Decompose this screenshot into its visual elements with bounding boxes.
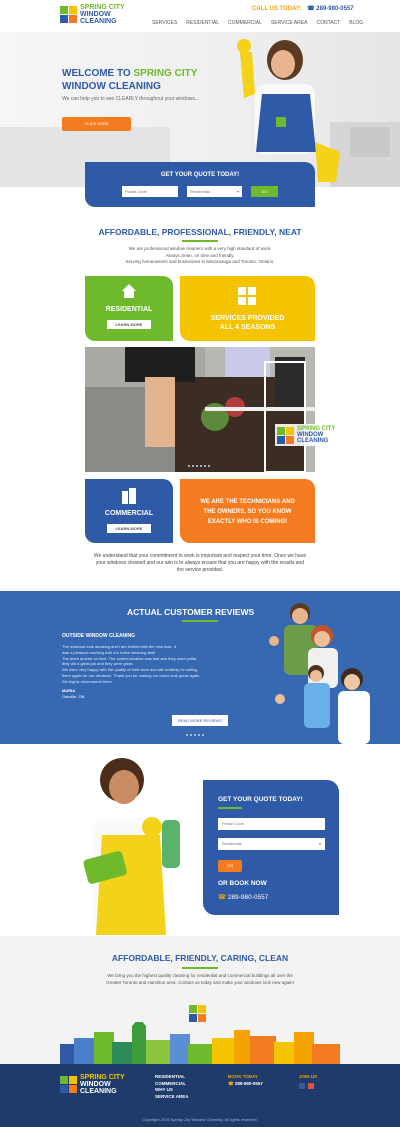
quote-bar-go-button[interactable]: GO [251,186,278,197]
seasons-line2: ALL 4 SEASONS [219,324,276,331]
quote-box-go-button[interactable]: GO [218,860,242,872]
family-photo [269,603,370,744]
values-divider [182,967,218,969]
quote-box-heading: GET YOUR QUOTE TODAY! [218,796,303,803]
review-title: OUTSIDE WINDOW CLEANING [62,633,136,639]
footer-phone[interactable]: ☎ 289-980-0557 [228,1081,263,1088]
intro-divider [182,240,218,242]
call-label: CALL US TODAY: [252,6,302,12]
values-text: We bring you the highest quality cleanin… [106,973,294,985]
footer-links: RESIDENTIAL COMMERCIAL WHY US SERVICE AR… [155,1074,189,1100]
reviews-slider-dots[interactable] [186,734,204,736]
page: SPRING CITY WINDOW CLEANING CALL US TODA… [0,0,400,1127]
owners-line1: WE ARE THE TECHNICIANS AND [200,499,295,505]
logo-squares-icon [60,1076,77,1093]
window-icon [238,287,256,305]
logo-squares-icon [277,426,294,444]
nav-blog[interactable]: BLOG [349,20,363,26]
reviewer: MARIA Oakville, ON [62,688,85,699]
cleaner-woman-photo [83,758,180,935]
site-logo[interactable]: SPRING CITY WINDOW CLEANING [60,4,125,25]
reviews-section: ACTUAL CUSTOMER REVIEWS OUTSIDE WINDOW C… [0,591,400,744]
quote-bar-heading: GET YOUR QUOTE TODAY! [160,172,240,178]
quote-bar-postal-input[interactable]: Postal Code [122,186,178,197]
intro-text: We are professional window cleaners with… [125,246,275,264]
site-header: SPRING CITY WINDOW CLEANING CALL US TODA… [0,0,400,32]
quote-box-postal-input[interactable]: Postal Code [218,818,325,830]
owners-line2: THE OWNERS, SO YOU KNOW [203,509,292,515]
quote-box-type-select[interactable]: Residential ▾ [218,838,325,850]
phone-icon: ☎ [218,894,228,901]
facebook-icon[interactable] [299,1082,305,1089]
residential-tile[interactable]: RESIDENTIAL LEARN MORE [85,276,173,341]
reviews-heading: ACTUAL CUSTOMER REVIEWS [127,607,255,617]
footer-link-residential[interactable]: RESIDENTIAL [155,1074,189,1081]
footer-join-label: JOIN US [299,1074,318,1079]
quote-box-phone[interactable]: ☎ 289-980-0557 [218,893,268,901]
seasons-tile: SERVICES PROVIDED ALL 4 SEASONS [180,276,315,341]
chevron-down-icon: ▾ [236,189,239,194]
nav-residential[interactable]: RESIDENTIAL [186,20,219,26]
commercial-label: COMMERCIAL [104,510,154,517]
quote-bar-type-select[interactable]: Residential ▾ [187,186,242,197]
footer-link-service-area[interactable]: SERVICE AREA [155,1094,189,1101]
hero-title: WELCOME TO SPRING CITY WINDOW CLEANING [62,68,198,92]
read-more-reviews-button[interactable]: READ MORE REVIEWS [172,715,228,726]
call-bar: CALL US TODAY: ☎ 289-980-0557 [252,5,354,12]
owners-line3: EXACTLY WHO IS COMING! [207,519,288,525]
seasons-line1: SERVICES PROVIDED [210,315,285,322]
photo-logo: SPRING CITY WINDOW CLEANING [275,424,338,446]
owners-tile: WE ARE THE TECHNICIANS AND THE OWNERS, S… [180,479,315,543]
or-book-now: OR BOOK NOW [218,880,267,887]
building-icon [122,488,136,504]
reviews-divider [182,620,218,622]
values-band: AFFORDABLE, FRIENDLY, CARING, CLEAN We b… [0,936,400,1064]
nav-services[interactable]: SERVICES [152,20,177,26]
phone-icon: ☎ [228,1080,235,1086]
intro-heading: AFFORDABLE, PROFESSIONAL, FRIENDLY, NEAT [98,227,302,237]
photo-slider-dots[interactable] [188,465,210,467]
copyright: Copyright 2019 Spring City Window Cleani… [142,1117,258,1122]
city-skyline-illustration [60,1022,340,1064]
footer-book: BOOK TODAY ☎ 289-980-0557 [228,1074,263,1087]
logo-squares-icon [60,6,77,23]
hero-subtitle: We can help you to see CLEARLY throughou… [62,96,200,102]
residential-label: RESIDENTIAL [105,306,153,313]
quote-box-divider [218,807,242,809]
promise-text: We understand that your commitment to wo… [93,553,307,573]
values-heading: AFFORDABLE, FRIENDLY, CARING, CLEAN [111,953,289,963]
nav-commercial[interactable]: COMMERCIAL [228,20,262,26]
main-nav: SERVICES RESIDENTIAL COMMERCIAL SERVICE … [152,20,363,26]
quote-box: GET YOUR QUOTE TODAY! Postal Code Reside… [203,780,339,915]
residential-learn-more-button[interactable]: LEARN MORE [107,320,151,329]
window-cleaning-photo [85,347,315,472]
quote-bar: GET YOUR QUOTE TODAY! Postal Code Reside… [85,162,315,207]
footer-social: JOIN US [299,1074,317,1089]
header-phone[interactable]: ☎ 289-980-0557 [307,6,354,12]
chevron-down-icon: ▾ [318,841,321,846]
nav-service-area[interactable]: SERVICE AREA [271,20,308,26]
commercial-tile[interactable]: COMMERCIAL LEARN MORE [85,479,173,543]
footer-logo[interactable]: SPRING CITY WINDOW CLEANING [60,1074,125,1095]
nav-contact[interactable]: CONTACT [317,20,341,26]
review-body: The windows look amazing and I am thrill… [62,644,201,684]
hero-cta-button[interactable]: CLICK HERE [62,117,131,131]
logo-text: SPRING CITY WINDOW CLEANING [80,4,125,25]
commercial-learn-more-button[interactable]: LEARN MORE [107,524,151,533]
logo-squares-icon [189,1005,206,1022]
house-icon [122,284,136,298]
google-plus-icon[interactable] [308,1082,314,1089]
